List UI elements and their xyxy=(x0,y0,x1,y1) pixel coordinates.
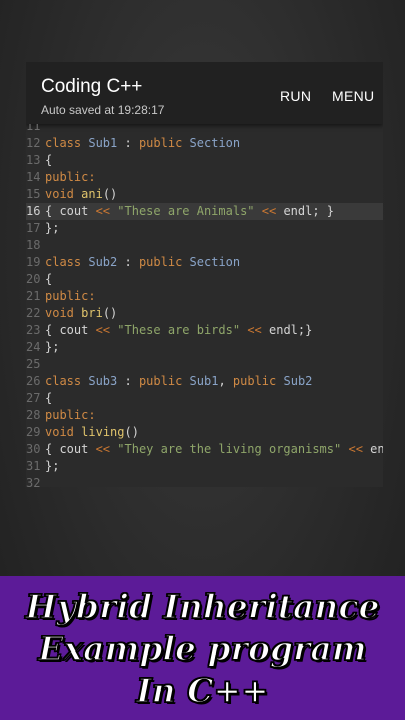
line-number: 17 xyxy=(26,221,41,235)
banner-line-3: In C++ xyxy=(135,671,269,711)
code-text: void ani() xyxy=(45,187,118,201)
line-number: 30 xyxy=(26,442,41,456)
code-line[interactable]: 30 { cout << "They are the living organis… xyxy=(26,441,383,458)
line-number: 12 xyxy=(26,136,41,150)
line-number: 20 xyxy=(26,272,41,286)
code-line[interactable]: 31}; xyxy=(26,458,383,475)
code-line[interactable]: 18 xyxy=(26,237,383,254)
line-number: 11 xyxy=(26,124,41,133)
line-number: 31 xyxy=(26,459,41,473)
code-area[interactable]: 11 12 class Sub1 : public Section 13 {14 publ… xyxy=(26,124,383,487)
code-text: public: xyxy=(45,408,96,422)
code-editor-screen: Coding C++ Auto saved at 19:28:17 RUN ME… xyxy=(26,62,383,487)
line-number: 28 xyxy=(26,408,41,422)
code-text: { cout << "These are Animals" << endl; } xyxy=(45,204,335,218)
code-line[interactable]: 25 xyxy=(26,356,383,373)
line-number: 27 xyxy=(26,391,41,405)
code-line[interactable]: 15 void ani() xyxy=(26,186,383,203)
code-line[interactable]: 32 xyxy=(26,475,383,487)
code-line[interactable]: 21 public: xyxy=(26,288,383,305)
code-text: class Sub2 : public Section xyxy=(45,255,241,269)
app-title: Coding C++ xyxy=(41,76,143,97)
code-line[interactable]: 14 public: xyxy=(26,169,383,186)
code-line[interactable]: 17}; xyxy=(26,220,383,237)
code-text: }; xyxy=(45,340,60,354)
banner-line-2: Example program xyxy=(37,629,367,669)
line-number: 32 xyxy=(26,476,41,487)
code-line[interactable]: 22 void bri() xyxy=(26,305,383,322)
code-line[interactable]: 26 class Sub3 : public Sub1, public Sub2 xyxy=(26,373,383,390)
line-number: 22 xyxy=(26,306,41,320)
code-text: { xyxy=(45,153,53,167)
code-text: public: xyxy=(45,289,96,303)
banner-line-1: Hybrid Inheritance xyxy=(25,587,381,627)
code-text: void living() xyxy=(45,425,139,439)
code-text: class Sub3 : public Sub1, public Sub2 xyxy=(45,374,313,388)
code-line[interactable]: 20 { xyxy=(26,271,383,288)
code-text: { xyxy=(45,391,53,405)
code-line[interactable]: 12 class Sub1 : public Section xyxy=(26,135,383,152)
line-number: 24 xyxy=(26,340,41,354)
code-text: { cout << "These are birds" << endl;} xyxy=(45,323,313,337)
code-text: void bri() xyxy=(45,306,118,320)
line-number: 15 xyxy=(26,187,41,201)
line-number: 26 xyxy=(26,374,41,388)
line-number: 18 xyxy=(26,238,41,252)
line-number: 19 xyxy=(26,255,41,269)
menu-button[interactable]: MENU xyxy=(332,88,374,104)
run-button[interactable]: RUN xyxy=(280,88,311,104)
line-number: 25 xyxy=(26,357,41,371)
line-number: 21 xyxy=(26,289,41,303)
code-text: }; xyxy=(45,459,60,473)
code-line[interactable]: 24}; xyxy=(26,339,383,356)
code-text: class Sub1 : public Section xyxy=(45,136,241,150)
code-line[interactable]: 29 void living() xyxy=(26,424,383,441)
line-number: 13 xyxy=(26,153,41,167)
code-line[interactable]: 19 class Sub2 : public Section xyxy=(26,254,383,271)
line-number: 14 xyxy=(26,170,41,184)
code-text: { cout << "They are the living organisms… xyxy=(45,442,383,456)
code-line[interactable]: 28 public: xyxy=(26,407,383,424)
line-number: 16 xyxy=(26,204,41,218)
code-text: }; xyxy=(45,221,60,235)
line-number: 29 xyxy=(26,425,41,439)
line-number: 23 xyxy=(26,323,41,337)
code-line[interactable]: 27 { xyxy=(26,390,383,407)
code-line[interactable]: 16 { cout << "These are Animals" << endl;… xyxy=(26,203,383,220)
autosave-status: Auto saved at 19:28:17 xyxy=(41,103,165,117)
code-text: { xyxy=(45,272,53,286)
app-bar: Coding C++ Auto saved at 19:28:17 RUN ME… xyxy=(26,62,383,124)
code-line[interactable]: 11 xyxy=(26,124,383,135)
code-line[interactable]: 23 { cout << "These are birds" << endl;} xyxy=(26,322,383,339)
code-text: public: xyxy=(45,170,96,184)
code-line[interactable]: 13 { xyxy=(26,152,383,169)
